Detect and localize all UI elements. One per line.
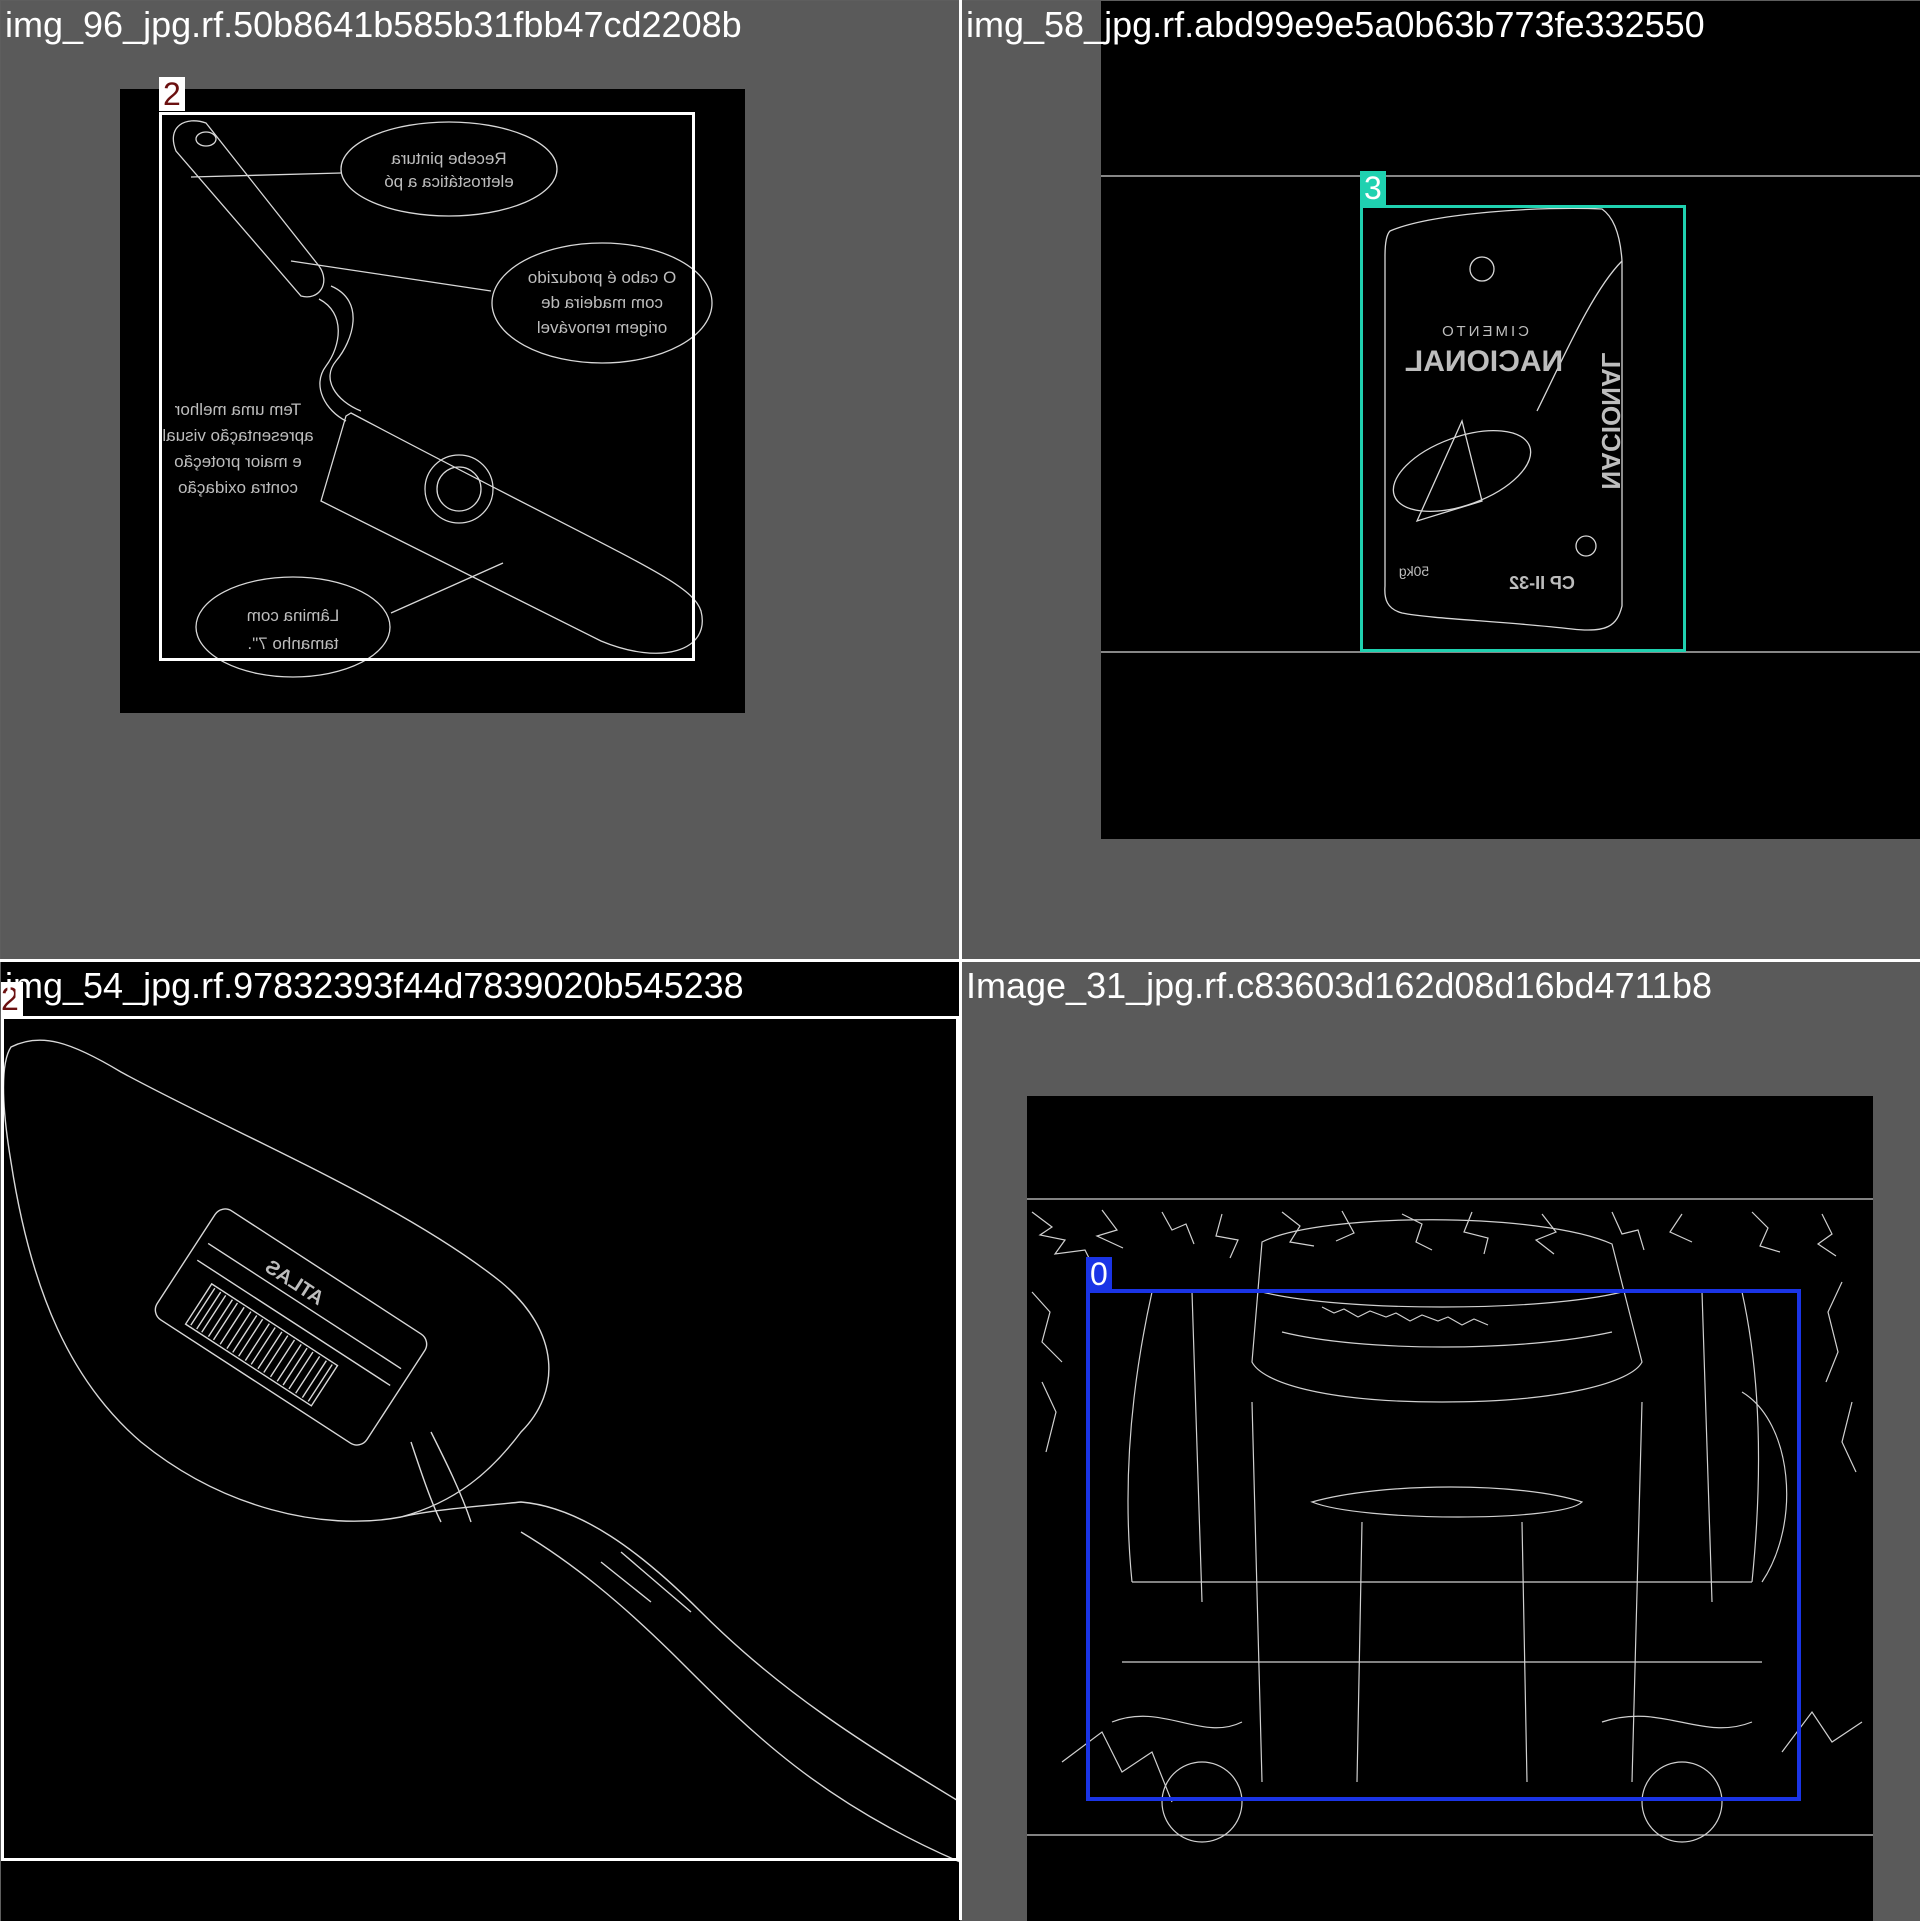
mosaic-tile-image-31: 0 Image_31_jpg.rf.c83603d162d08d16bd4711… <box>962 962 1920 1921</box>
tile-title: img_58_jpg.rf.abd99e9e5a0b63b773fe332550 <box>966 4 1705 45</box>
mosaic-tile-img-54: ATLAS 2 img_54_jpg.rf.97832393f44d783902… <box>1 962 960 1921</box>
tile-title: img_54_jpg.rf.97832393f44d7839020b545238 <box>5 965 744 1006</box>
tile-title: img_96_jpg.rf.50b8641b585b31fbb47cd2208b <box>5 4 742 45</box>
foliage-edges <box>1031 1209 1837 1267</box>
bounding-box <box>1086 1289 1801 1801</box>
tile-title: Image_31_jpg.rf.c83603d162d08d16bd4711b8 <box>966 965 1712 1006</box>
bounding-box <box>1360 205 1686 652</box>
box-class-label: 3 <box>1360 171 1386 205</box>
box-class-label: 2 <box>159 77 185 111</box>
box-class-label: 0 <box>1086 1257 1112 1291</box>
bounding-box <box>159 112 695 661</box>
mosaic-tile-img-58: CIMENTO NACIONAL NACIONAL CP II-32 50kg … <box>962 1 1920 960</box>
bounding-box <box>1 1016 959 1861</box>
mosaic-tile-img-96: Recebe pintura eletrostática a pó O cabo… <box>1 1 960 960</box>
mosaic-divider-horizontal <box>0 959 1920 962</box>
